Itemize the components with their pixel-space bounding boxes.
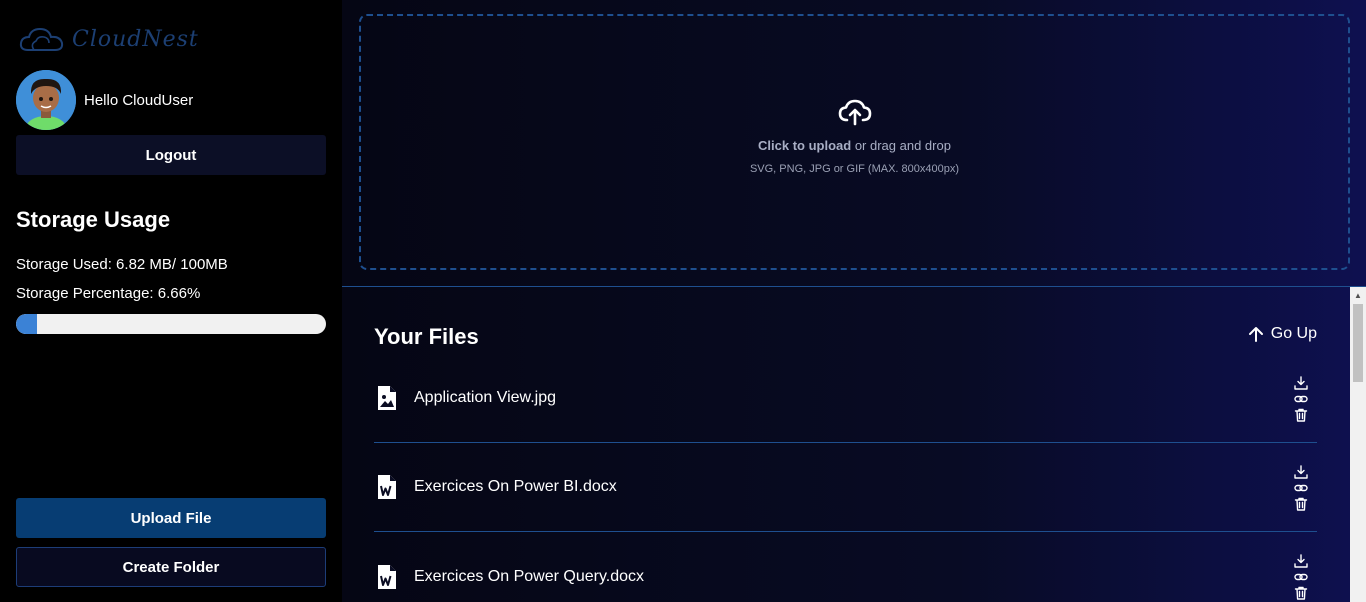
- image-file-icon: [378, 386, 396, 410]
- create-folder-button[interactable]: Create Folder: [16, 547, 326, 587]
- link-icon[interactable]: [1293, 570, 1309, 584]
- trash-icon[interactable]: [1293, 586, 1309, 600]
- trash-icon[interactable]: [1293, 497, 1309, 511]
- scroll-thumb[interactable]: [1353, 304, 1363, 382]
- trash-icon[interactable]: [1293, 408, 1309, 422]
- storage-percentage: Storage Percentage: 6.66%: [16, 285, 201, 302]
- upload-file-button[interactable]: Upload File: [16, 498, 326, 538]
- files-title: Your Files: [374, 324, 479, 349]
- file-row[interactable]: Application View.jpg: [374, 354, 1317, 443]
- file-name[interactable]: Application View.jpg: [414, 389, 556, 407]
- dropzone-instructions: Click to upload or drag and drop: [758, 138, 951, 153]
- storage-title: Storage Usage: [16, 207, 171, 232]
- logout-button[interactable]: Logout: [16, 135, 326, 175]
- storage-progress-bar: [16, 314, 326, 334]
- scrollbar[interactable]: ▲: [1350, 287, 1366, 602]
- dropzone-hint: SVG, PNG, JPG or GIF (MAX. 800x400px): [749, 162, 960, 175]
- cloud-upload-icon: [838, 99, 871, 125]
- file-actions: [1293, 354, 1309, 443]
- sidebar: CloudNest Hello CloudUser Logout Storage…: [0, 0, 342, 602]
- main-content: Click to upload or drag and drop SVG, PN…: [342, 0, 1366, 602]
- logo: CloudNest: [18, 18, 228, 60]
- download-icon[interactable]: [1293, 375, 1309, 390]
- dropzone-rest-text: or drag and drop: [851, 137, 951, 153]
- link-icon[interactable]: [1293, 392, 1309, 406]
- file-name[interactable]: Exercices On Power Query.docx: [414, 568, 644, 586]
- file-row[interactable]: Exercices On Power Query.docx: [374, 532, 1317, 602]
- app: CloudNest Hello CloudUser Logout Storage…: [0, 0, 1366, 602]
- file-actions: [1293, 443, 1309, 532]
- download-icon[interactable]: [1293, 464, 1309, 479]
- link-icon[interactable]: [1293, 481, 1309, 495]
- cloud-logo-icon: [19, 27, 64, 51]
- file-row[interactable]: Exercices On Power BI.docx: [374, 443, 1317, 532]
- storage-progress-fill: [16, 314, 37, 334]
- arrow-up-icon: [1248, 327, 1263, 342]
- scroll-up-arrow-icon[interactable]: ▲: [1350, 287, 1366, 303]
- word-file-icon: [378, 475, 396, 499]
- avatar[interactable]: [16, 70, 76, 130]
- file-actions: [1293, 532, 1309, 602]
- download-icon[interactable]: [1293, 553, 1309, 568]
- word-file-icon: [378, 564, 396, 589]
- file-name[interactable]: Exercices On Power BI.docx: [414, 478, 617, 496]
- storage-used: Storage Used: 6.82 MB/ 100MB: [16, 256, 228, 273]
- go-up-label: Go Up: [1270, 325, 1317, 342]
- upload-dropzone[interactable]: Click to upload or drag and drop SVG, PN…: [359, 14, 1350, 270]
- click-to-upload-link[interactable]: Click to upload: [758, 138, 851, 153]
- go-up-button[interactable]: Go Up: [1247, 325, 1317, 343]
- user-profile: Hello CloudUser: [16, 70, 193, 130]
- files-panel: Your Files Go Up Application View.jpg Ex…: [342, 287, 1366, 602]
- brand-name: CloudNest: [72, 26, 199, 52]
- greeting: Hello CloudUser: [84, 91, 194, 109]
